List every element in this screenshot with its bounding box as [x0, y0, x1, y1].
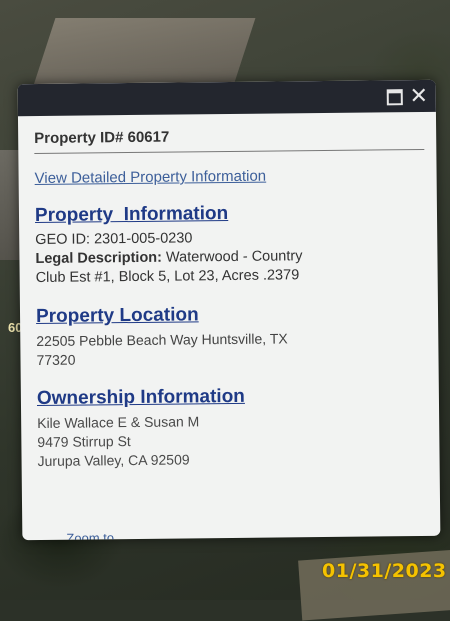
popup-content: Property ID# 60617 View Detailed Propert… — [18, 125, 440, 540]
date-stamp: 01/31/2023 — [322, 560, 447, 582]
owner-city: Jurupa Valley, CA 92509 — [37, 451, 190, 470]
view-detailed-info-link[interactable]: View Detailed Property Information — [35, 166, 421, 187]
ownership-information-section: Ownership Information Kile Wallace E & S… — [37, 384, 424, 471]
close-icon[interactable]: ✕ — [408, 83, 430, 108]
legal-description-value: Waterwood - Country — [161, 248, 303, 266]
property-location-section: Property Location 22505 Pebble Beach Way… — [36, 302, 423, 370]
ownership-information-heading[interactable]: Ownership Information — [37, 384, 423, 410]
popup-titlebar: ✕ — [17, 79, 436, 117]
zoom-to-link[interactable]: Zoom to — [66, 530, 114, 540]
property-information-heading[interactable]: Property Information — [35, 201, 421, 227]
location-line-2: 77320 — [36, 351, 76, 369]
legal-description-label: Legal Description: — [35, 249, 163, 268]
property-popup: ✕ Property ID# 60617 View Detailed Prope… — [17, 79, 441, 541]
property-id-title: Property ID# 60617 — [34, 125, 425, 155]
maximize-icon[interactable] — [384, 85, 406, 107]
property-information-section: Property Information GEO ID: 2301-005-02… — [35, 201, 422, 288]
property-location-heading[interactable]: Property Location — [36, 302, 422, 328]
legal-description-cont: Club Est #1, Block 5, Lot 23, Acres .237… — [35, 267, 300, 287]
